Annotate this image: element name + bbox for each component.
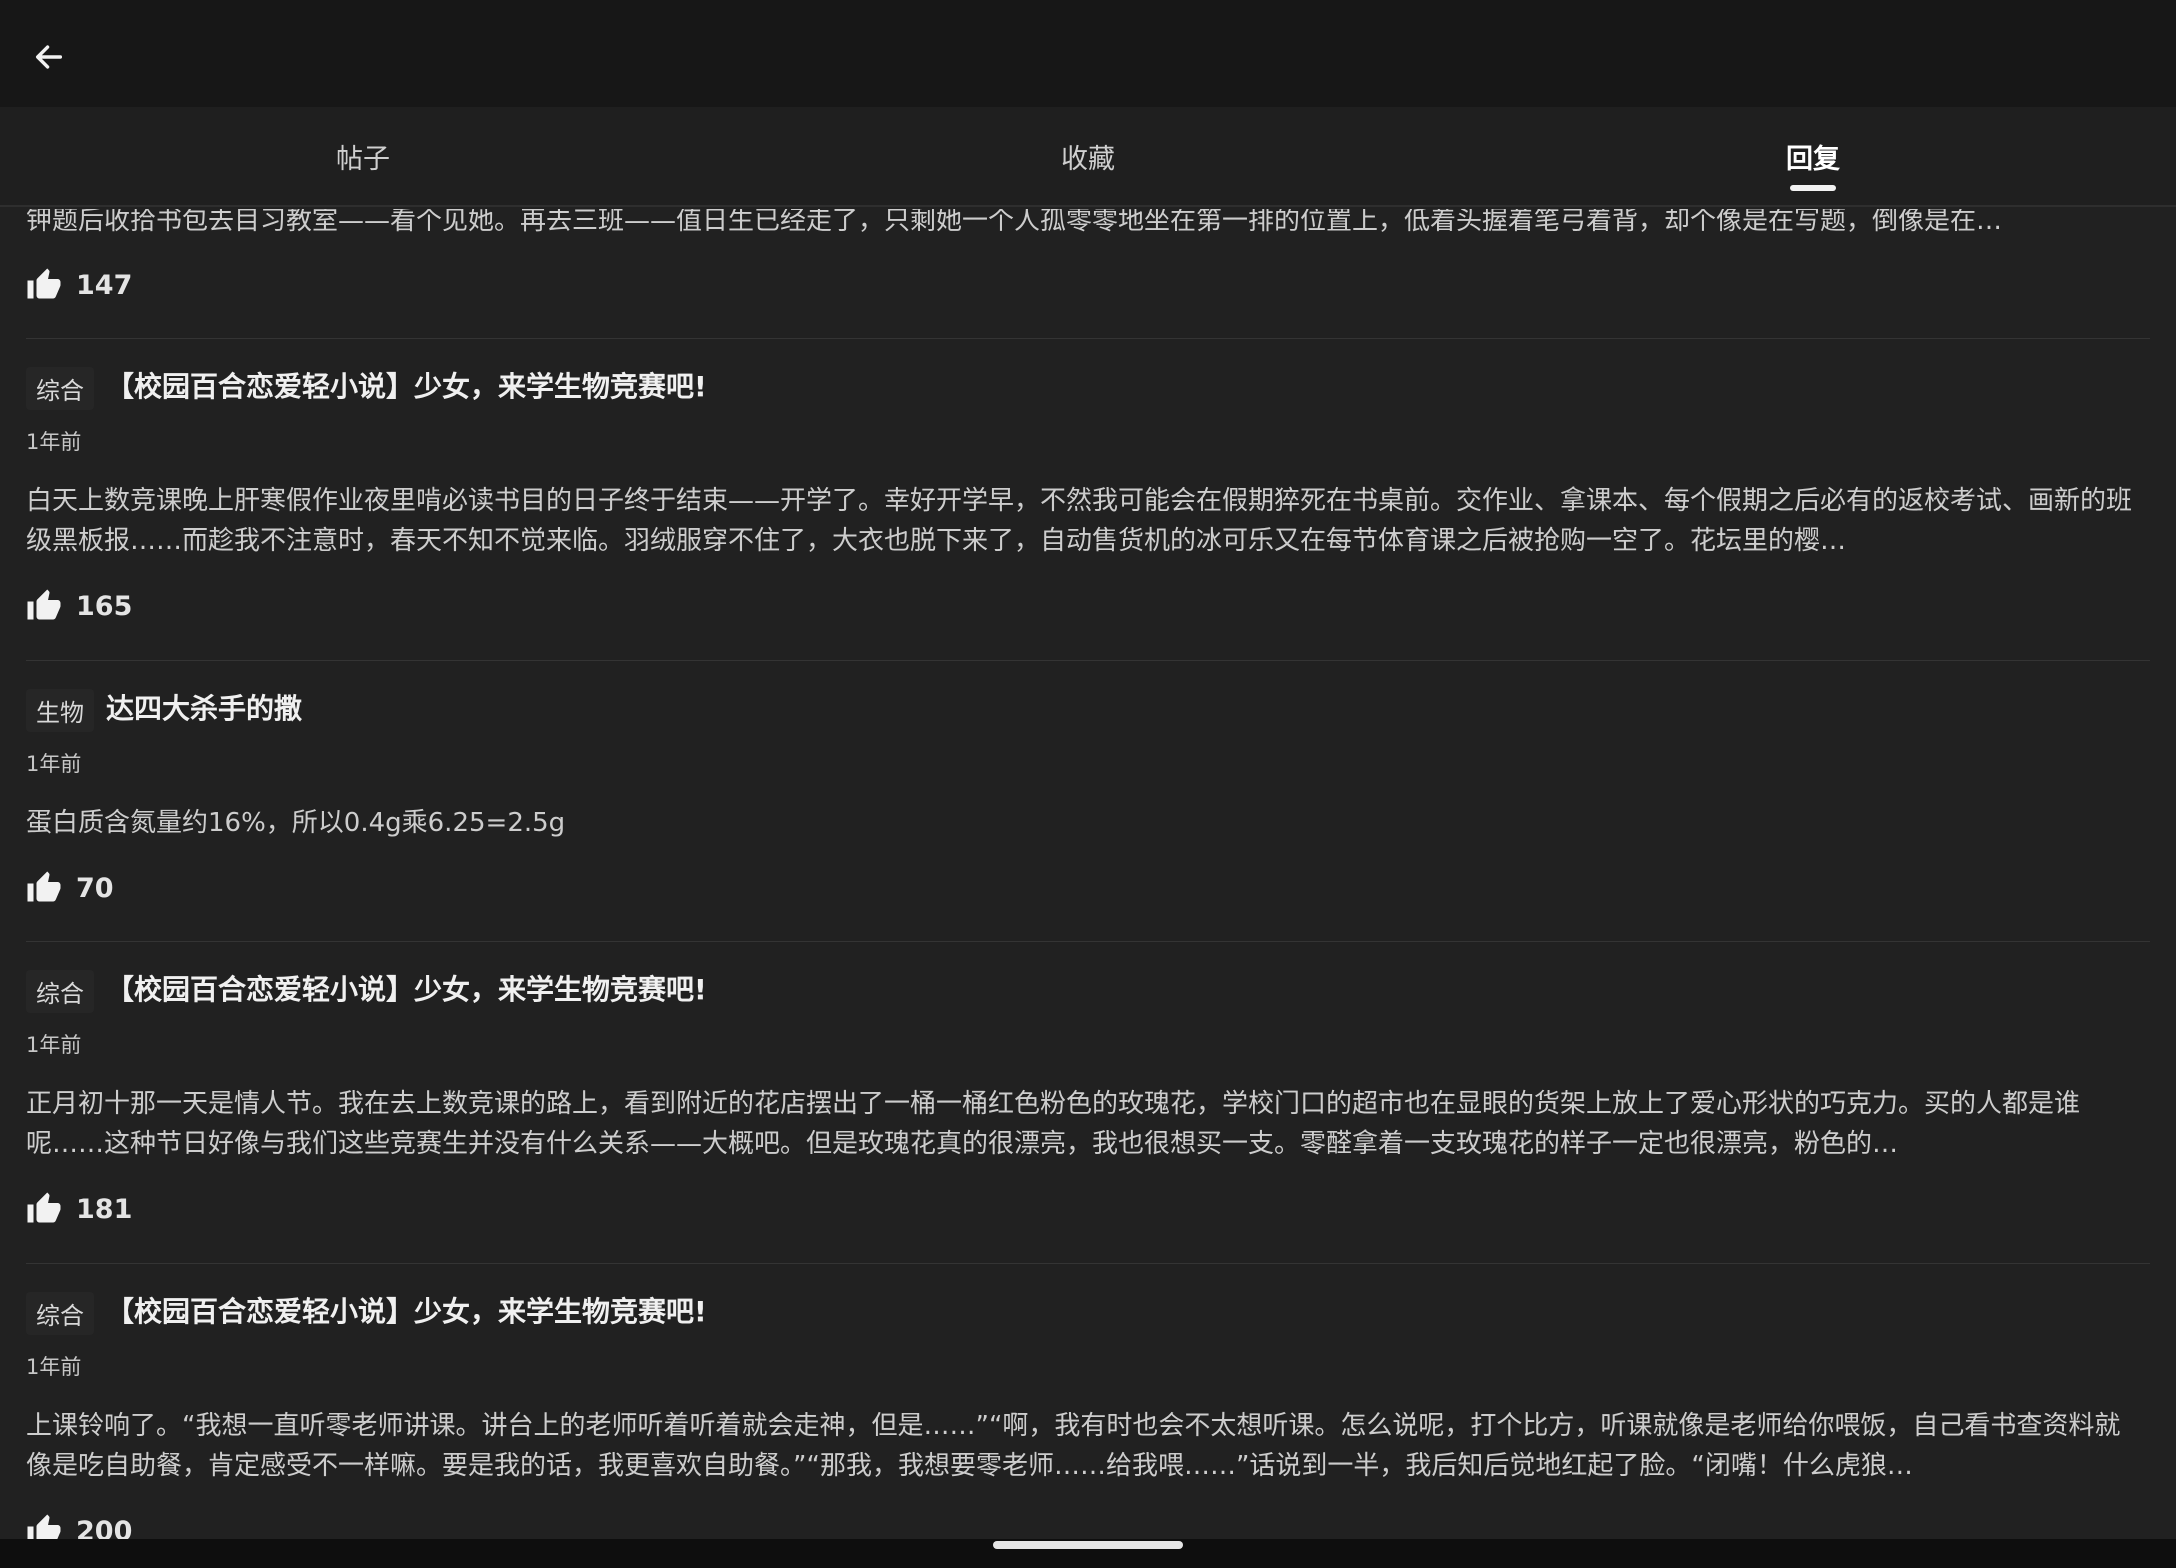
like-count: 165 (76, 590, 133, 622)
timestamp: 1年前 (26, 1355, 82, 1379)
back-button[interactable] (22, 30, 76, 84)
active-tab-indicator (1790, 185, 1836, 191)
item-header: 综合 【校园百合恋爱轻小说】少女，来学生物竞赛吧! (26, 1280, 707, 1340)
reply-body: 白天上数竞课晚上肝寒假作业夜里啃必读书目的日子终于结束——开学了。幸好开学早，不… (26, 486, 2133, 556)
top-app-bar (0, 0, 2176, 107)
reply-body: 钾题后收拾书包去目习教室——看个见她。再去三班——值日生已经走了，只剩她一个人孤… (26, 209, 2003, 236)
list-item[interactable]: 综合 【校园百合恋爱轻小说】少女，来学生物竞赛吧! 1年前 白天上数竞课晚上肝寒… (26, 339, 2150, 661)
timestamp: 1年前 (26, 752, 82, 776)
timestamp: 1年前 (26, 430, 82, 454)
post-title: 达四大杀手的撒 (106, 692, 303, 725)
list-item[interactable]: 生物 达四大杀手的撒 1年前 蛋白质含氮量约16%，所以0.4g乘6.25=2.… (26, 661, 2150, 942)
thumb-up-icon (27, 268, 61, 299)
like-button[interactable]: 181 (26, 1189, 132, 1229)
like-button[interactable]: 147 (26, 265, 132, 305)
item-header: 综合 【校园百合恋爱轻小说】少女，来学生物竞赛吧! (26, 958, 707, 1018)
reply-body: 上课铃响了。“我想一直听零老师讲课。讲台上的老师听着听着就会走神，但是……”“啊… (26, 1411, 2121, 1481)
reply-body: 蛋白质含氮量约16%，所以0.4g乘6.25=2.5g (26, 808, 566, 838)
thumb-up-icon (27, 1514, 61, 1539)
item-header: 生物 达四大杀手的撒 (26, 677, 302, 737)
thumb-up-icon (27, 589, 61, 620)
like-count: 147 (76, 269, 133, 301)
app-root: 帖子 收藏 回复 钾题后收拾书包去目习教室——看个见她。再去三班——值日生已经走… (0, 0, 2176, 1568)
tab-bar: 帖子 收藏 回复 (0, 107, 2176, 207)
thumb-up-icon (27, 1192, 61, 1223)
category-tag: 综合 (26, 1291, 94, 1335)
arrow-left-icon (35, 45, 63, 69)
list-item[interactable]: 综合 【校园百合恋爱轻小说】少女，来学生物竞赛吧! 1年前 上课铃响了。“我想一… (26, 1264, 2150, 1539)
category-tag: 综合 (26, 366, 94, 410)
like-button[interactable]: 165 (26, 586, 132, 626)
item-header: 综合 【校园百合恋爱轻小说】少女，来学生物竞赛吧! (26, 355, 707, 415)
like-count: 200 (76, 1515, 133, 1540)
category-tag: 生物 (26, 688, 94, 732)
tab-posts[interactable]: 帖子 (263, 107, 463, 205)
like-count: 70 (76, 872, 114, 904)
post-title: 【校园百合恋爱轻小说】少女，来学生物竞赛吧! (106, 1295, 707, 1328)
tab-favorites[interactable]: 收藏 (988, 107, 1188, 205)
list-item[interactable]: 钾题后收拾书包去目习教室——看个见她。再去三班——值日生已经走了，只剩她一个人孤… (26, 209, 2150, 339)
post-title: 【校园百合恋爱轻小说】少女，来学生物竞赛吧! (106, 370, 707, 403)
like-button[interactable]: 70 (26, 868, 114, 908)
like-button[interactable]: 200 (26, 1511, 132, 1539)
post-title: 【校园百合恋爱轻小说】少女，来学生物竞赛吧! (106, 973, 707, 1006)
reply-body: 正月初十那一天是情人节。我在去上数竞课的路上，看到附近的花店摆出了一桶一桶红色粉… (26, 1089, 2081, 1159)
timestamp: 1年前 (26, 1033, 82, 1057)
reply-list: 钾题后收拾书包去目习教室——看个见她。再去三班——值日生已经走了，只剩她一个人孤… (0, 209, 2176, 1539)
like-count: 181 (76, 1193, 133, 1225)
home-indicator[interactable] (993, 1541, 1183, 1549)
category-tag: 综合 (26, 969, 94, 1013)
thumb-up-icon (27, 871, 61, 902)
list-item[interactable]: 综合 【校园百合恋爱轻小说】少女，来学生物竞赛吧! 1年前 正月初十那一天是情人… (26, 942, 2150, 1264)
